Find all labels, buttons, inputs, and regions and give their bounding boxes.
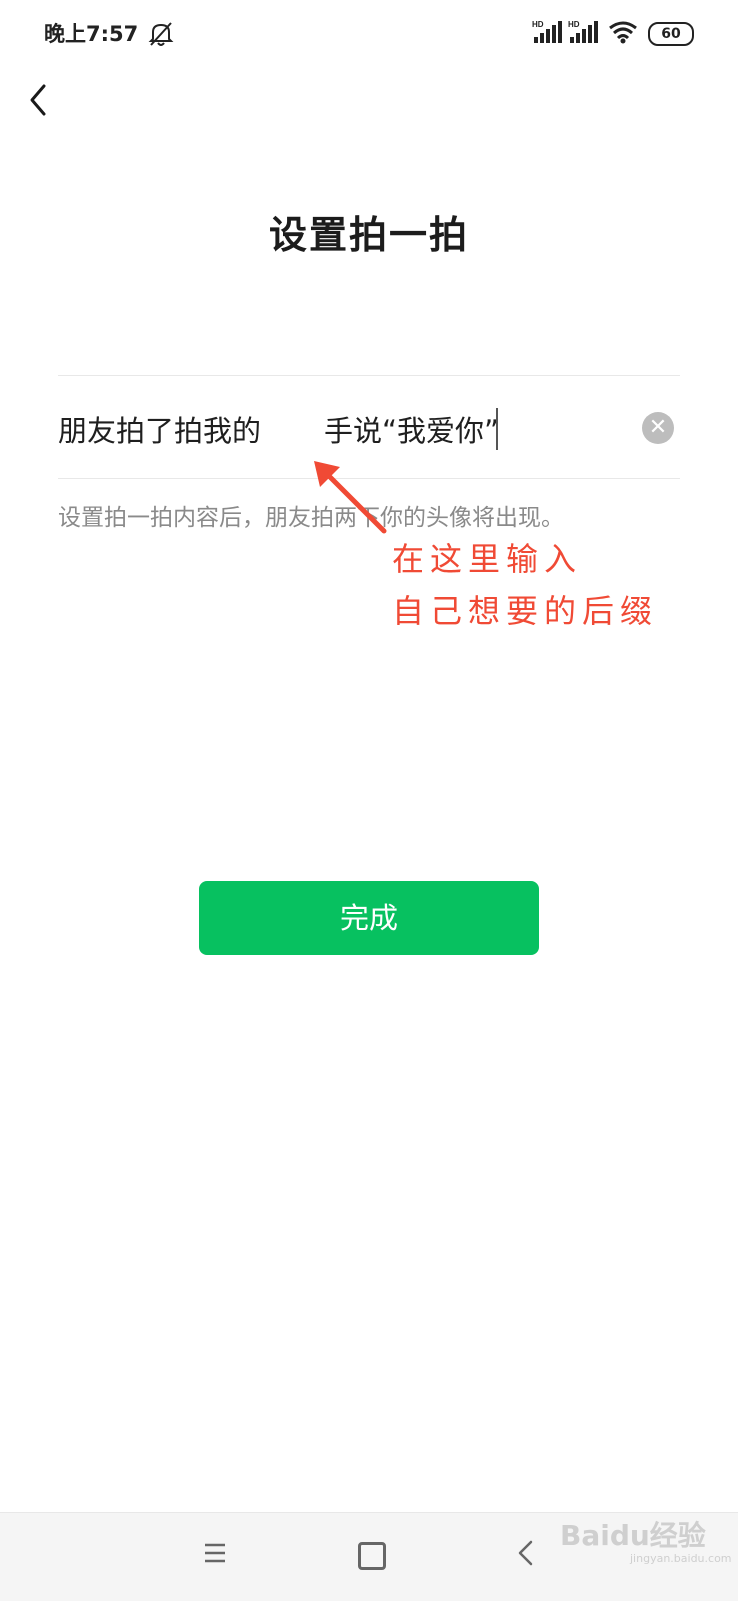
page-title: 设置拍一拍	[268, 213, 469, 257]
status-time: 晚上7:57	[44, 22, 139, 46]
pat-suffix-input[interactable]: 手说“我爱你”	[324, 408, 499, 450]
watermark-url: jingyan.baidu.com	[630, 1552, 732, 1565]
divider	[58, 375, 680, 376]
svg-text:HD: HD	[532, 20, 544, 29]
wifi-icon	[608, 20, 638, 48]
svg-text:HD: HD	[568, 20, 580, 29]
text-caret	[496, 408, 498, 450]
back-icon[interactable]	[516, 1540, 536, 1566]
battery-icon: 60	[648, 22, 694, 46]
pat-prefix-label: 朋友拍了拍我的	[58, 414, 262, 448]
chevron-left-icon[interactable]	[22, 78, 58, 122]
menu-icon[interactable]	[203, 1542, 227, 1564]
close-circle-icon[interactable]: ✕	[642, 412, 674, 444]
watermark-logo: Baidu经验	[560, 1519, 706, 1552]
annotation-text: 自己想要的后缀	[392, 592, 659, 630]
signal-icon: HD	[568, 19, 600, 49]
bell-muted-icon	[148, 22, 174, 46]
done-button[interactable]: 完成	[199, 881, 539, 955]
home-icon[interactable]	[358, 1542, 386, 1570]
signal-icon: HD	[532, 19, 564, 49]
annotation-text: 在这里输入	[392, 540, 583, 578]
annotation-arrow-icon	[314, 461, 387, 534]
